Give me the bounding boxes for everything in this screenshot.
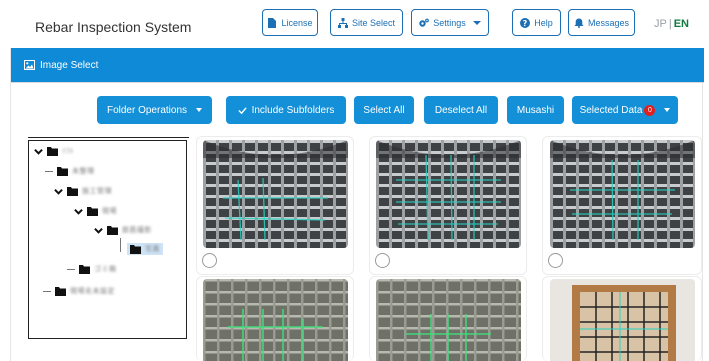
folder-icon: [130, 244, 141, 254]
chevron-down-icon[interactable]: [34, 147, 43, 156]
tree-node[interactable]: 施工管理: [54, 184, 112, 198]
image-thumbnail[interactable]: [196, 136, 354, 275]
question-circle-icon: ?: [520, 17, 531, 28]
tree-node[interactable]: ｿﾌﾄ: [34, 144, 74, 158]
select-all-button[interactable]: Select All: [354, 96, 414, 124]
language-switcher: JP | EN: [654, 18, 689, 30]
folder-icon: [87, 206, 98, 216]
folder-icon: [67, 186, 78, 196]
tree-node-label: 未整理: [72, 168, 95, 175]
app-title: Rebar Inspection System: [35, 19, 192, 35]
select-radio[interactable]: [548, 253, 563, 268]
tree-node-label: 現場名未設定: [70, 288, 115, 295]
tree-node[interactable]: 現場名未設定: [43, 284, 115, 298]
rebar-frame-photo: [549, 279, 695, 361]
include-subfolders-toggle[interactable]: Include Subfolders: [226, 96, 346, 124]
folder-icon: [107, 225, 118, 235]
tree-node-label: ゴミ箱: [94, 266, 117, 273]
chevron-down-icon: [196, 108, 203, 112]
rebar-photo: [202, 140, 348, 248]
card-title: Image Select: [40, 59, 99, 71]
musashi-button[interactable]: Musashi: [507, 96, 564, 124]
folder-icon: [47, 146, 58, 156]
license-button[interactable]: License: [262, 9, 318, 36]
tree-node[interactable]: 鉄筋撮影: [94, 223, 152, 237]
image-thumbnail[interactable]: [542, 136, 702, 275]
lang-en-link[interactable]: EN: [674, 18, 689, 30]
folder-icon: [57, 166, 68, 176]
tree-node[interactable]: ゴミ箱: [67, 262, 117, 276]
image-thumbnail[interactable]: [369, 136, 527, 275]
sitemap-icon: [337, 17, 348, 28]
gears-icon: [419, 18, 430, 27]
chevron-down-icon: [472, 20, 481, 25]
tree-node[interactable]: 未整理: [45, 164, 95, 178]
deselect-all-button[interactable]: Deselect All: [424, 96, 498, 124]
rebar-photo: [549, 140, 695, 248]
folder-icon: [79, 264, 90, 274]
messages-button[interactable]: Messages: [568, 9, 635, 36]
tree-node[interactable]: 現場: [74, 204, 117, 218]
image-thumbnail[interactable]: [542, 276, 702, 361]
chevron-down-icon[interactable]: [54, 187, 63, 196]
image-thumbnail[interactable]: [196, 276, 354, 361]
select-radio[interactable]: [202, 253, 217, 268]
document-icon: [268, 17, 277, 28]
rebar-photo: [375, 140, 521, 248]
tree-node-label: 写真: [145, 246, 160, 253]
tree-node-selected[interactable]: 写真: [127, 242, 163, 256]
site-select-button[interactable]: Site Select: [330, 9, 403, 36]
tree-node-label: 現場: [102, 208, 117, 215]
chevron-down-icon[interactable]: [94, 226, 103, 235]
tree-node-label: 鉄筋撮影: [122, 227, 152, 234]
top-header: Rebar Inspection System License Site Sel…: [0, 0, 709, 48]
select-radio[interactable]: [375, 253, 390, 268]
chevron-down-icon[interactable]: [74, 207, 83, 216]
bell-icon: [574, 18, 584, 28]
tree-node-label: 施工管理: [82, 188, 112, 195]
folder-tree[interactable]: ｿﾌﾄ 未整理 施工管理 現場 鉄筋撮影 写真 ゴミ箱 現場名未設定: [28, 140, 187, 339]
tree-node-label: ｿﾌﾄ: [62, 148, 74, 155]
rebar-photo: [375, 279, 521, 361]
lang-jp-link[interactable]: JP: [654, 18, 667, 30]
card-header: Image Select: [11, 48, 704, 82]
folder-operations-button[interactable]: Folder Operations: [97, 96, 212, 124]
check-icon: [237, 106, 247, 114]
selected-count-badge: 0: [644, 104, 656, 116]
rebar-photo: [202, 279, 348, 361]
image-icon: [24, 60, 35, 70]
chevron-down-icon: [664, 108, 671, 112]
svg-text:?: ?: [523, 19, 528, 28]
image-thumbnail[interactable]: [369, 276, 527, 361]
help-button[interactable]: ? Help: [512, 9, 561, 36]
settings-dropdown-button[interactable]: Settings: [411, 9, 489, 36]
selected-data-dropdown[interactable]: Selected Data 0: [572, 96, 678, 124]
folder-icon: [55, 286, 66, 296]
